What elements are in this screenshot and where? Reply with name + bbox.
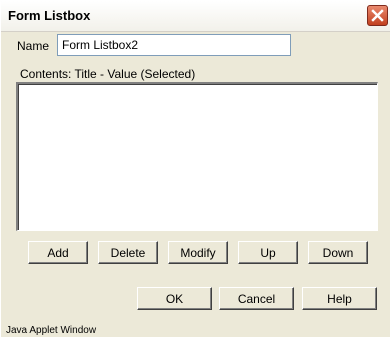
contents-listbox[interactable] xyxy=(16,82,378,231)
add-button[interactable]: Add xyxy=(28,241,88,264)
applet-status-text: Java Applet Window xyxy=(6,325,97,336)
cancel-button[interactable]: Cancel xyxy=(219,287,294,310)
name-input[interactable] xyxy=(57,34,291,56)
dialog-window: Form Listbox Name Contents: Title - Valu… xyxy=(0,0,390,337)
help-button[interactable]: Help xyxy=(302,287,377,310)
close-button[interactable] xyxy=(367,5,388,26)
ok-button[interactable]: OK xyxy=(137,287,212,310)
up-button[interactable]: Up xyxy=(238,241,298,264)
delete-button[interactable]: Delete xyxy=(98,241,158,264)
title-bar[interactable]: Form Listbox xyxy=(1,1,390,32)
down-button[interactable]: Down xyxy=(308,241,368,264)
contents-label: Contents: Title - Value (Selected) xyxy=(20,67,196,81)
name-label: Name xyxy=(17,39,50,53)
modify-button[interactable]: Modify xyxy=(168,241,228,264)
window-title: Form Listbox xyxy=(8,8,91,23)
